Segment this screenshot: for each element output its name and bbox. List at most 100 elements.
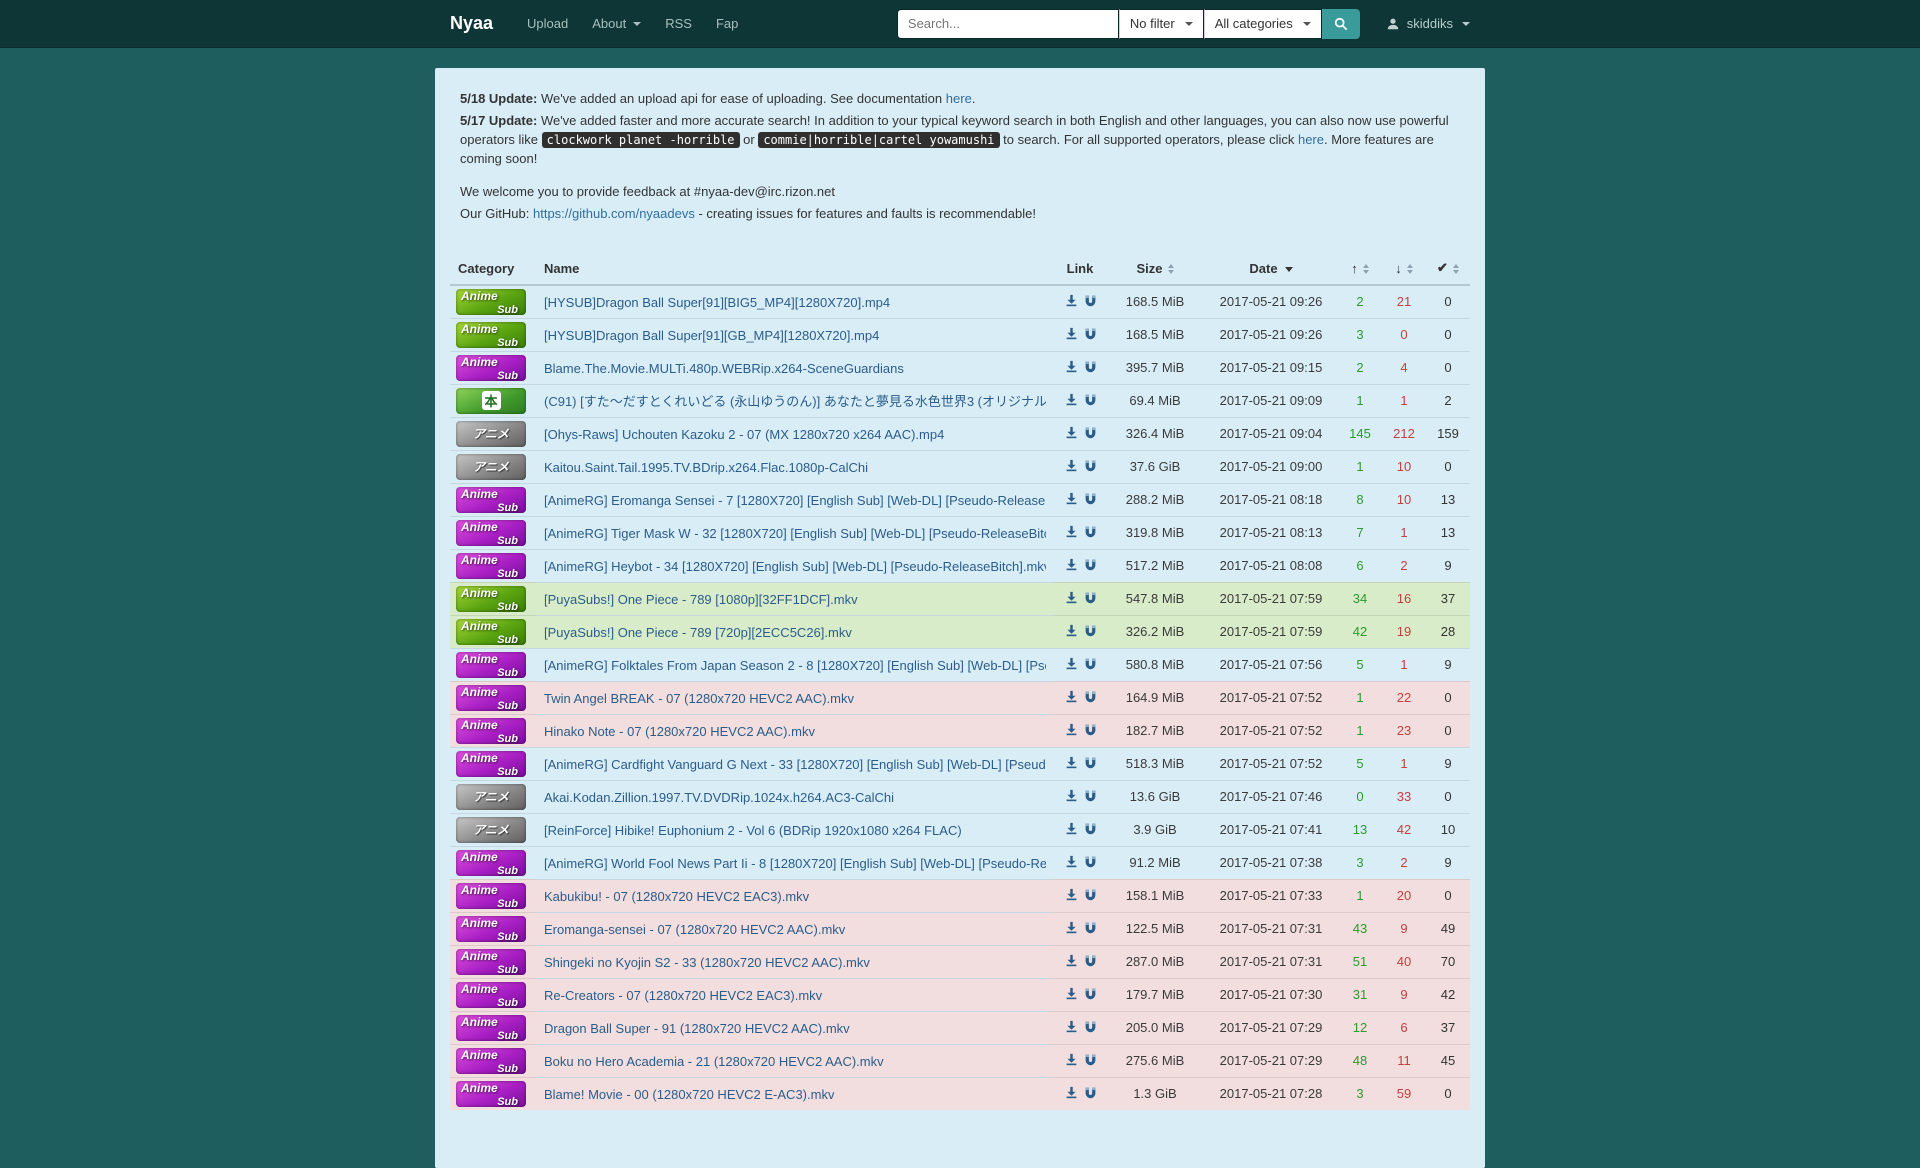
- documentation-link[interactable]: here: [946, 91, 972, 106]
- torrent-link[interactable]: [AnimeRG] Folktales From Japan Season 2 …: [544, 658, 1046, 673]
- search-input[interactable]: [897, 9, 1119, 39]
- category-icon[interactable]: AnimeSub: [456, 619, 526, 645]
- download-icon[interactable]: [1065, 492, 1078, 508]
- download-icon[interactable]: [1065, 987, 1078, 1003]
- download-icon[interactable]: [1065, 1020, 1078, 1036]
- magnet-icon[interactable]: [1084, 1086, 1097, 1102]
- download-icon[interactable]: [1065, 1053, 1078, 1069]
- download-icon[interactable]: [1065, 723, 1078, 739]
- nav-upload[interactable]: Upload: [515, 0, 580, 48]
- category-icon[interactable]: アニメ: [456, 421, 526, 447]
- download-icon[interactable]: [1065, 558, 1078, 574]
- download-icon[interactable]: [1065, 657, 1078, 673]
- magnet-icon[interactable]: [1084, 492, 1097, 508]
- nav-rss[interactable]: RSS: [653, 0, 704, 48]
- category-icon[interactable]: AnimeSub: [456, 586, 526, 612]
- download-icon[interactable]: [1065, 393, 1078, 409]
- magnet-icon[interactable]: [1084, 558, 1097, 574]
- download-icon[interactable]: [1065, 690, 1078, 706]
- download-icon[interactable]: [1065, 426, 1078, 442]
- category-icon[interactable]: AnimeSub: [456, 949, 526, 975]
- torrent-link[interactable]: Blame! Movie - 00 (1280x720 HEVC2 E-AC3)…: [544, 1087, 834, 1102]
- operators-link[interactable]: here: [1298, 132, 1324, 147]
- category-icon[interactable]: AnimeSub: [456, 652, 526, 678]
- nav-fap[interactable]: Fap: [704, 0, 750, 48]
- category-icon[interactable]: AnimeSub: [456, 1081, 526, 1107]
- magnet-icon[interactable]: [1084, 987, 1097, 1003]
- torrent-link[interactable]: [AnimeRG] Tiger Mask W - 32 [1280X720] […: [544, 526, 1046, 541]
- download-icon[interactable]: [1065, 525, 1078, 541]
- category-icon[interactable]: 本: [456, 388, 526, 414]
- download-icon[interactable]: [1065, 954, 1078, 970]
- magnet-icon[interactable]: [1084, 624, 1097, 640]
- category-icon[interactable]: AnimeSub: [456, 850, 526, 876]
- category-icon[interactable]: AnimeSub: [456, 718, 526, 744]
- category-icon[interactable]: AnimeSub: [456, 1015, 526, 1041]
- category-icon[interactable]: アニメ: [456, 817, 526, 843]
- torrent-link[interactable]: [AnimeRG] Heybot - 34 [1280X720] [Englis…: [544, 559, 1046, 574]
- torrent-link[interactable]: Dragon Ball Super - 91 (1280x720 HEVC2 A…: [544, 1021, 850, 1036]
- category-icon[interactable]: AnimeSub: [456, 520, 526, 546]
- magnet-icon[interactable]: [1084, 591, 1097, 607]
- download-icon[interactable]: [1065, 756, 1078, 772]
- torrent-link[interactable]: Shingeki no Kyojin S2 - 33 (1280x720 HEV…: [544, 955, 870, 970]
- category-icon[interactable]: AnimeSub: [456, 289, 526, 315]
- download-icon[interactable]: [1065, 591, 1078, 607]
- download-icon[interactable]: [1065, 459, 1078, 475]
- header-date-sort[interactable]: Date: [1204, 252, 1338, 285]
- torrent-link[interactable]: [HYSUB]Dragon Ball Super[91][BIG5_MP4][1…: [544, 295, 890, 310]
- torrent-link[interactable]: Re-Creators - 07 (1280x720 HEVC2 EAC3).m…: [544, 988, 822, 1003]
- category-icon[interactable]: AnimeSub: [456, 322, 526, 348]
- torrent-link[interactable]: Twin Angel BREAK - 07 (1280x720 HEVC2 AA…: [544, 691, 854, 706]
- torrent-link[interactable]: [PuyaSubs!] One Piece - 789 [720p][2ECC5…: [544, 625, 852, 640]
- download-icon[interactable]: [1065, 360, 1078, 376]
- magnet-icon[interactable]: [1084, 822, 1097, 838]
- magnet-icon[interactable]: [1084, 1020, 1097, 1036]
- download-icon[interactable]: [1065, 888, 1078, 904]
- magnet-icon[interactable]: [1084, 1053, 1097, 1069]
- torrent-link[interactable]: Blame.The.Movie.MULTi.480p.WEBRip.x264-S…: [544, 361, 904, 376]
- magnet-icon[interactable]: [1084, 789, 1097, 805]
- torrent-link[interactable]: [AnimeRG] Cardfight Vanguard G Next - 33…: [544, 757, 1046, 772]
- category-icon[interactable]: AnimeSub: [456, 355, 526, 381]
- category-icon[interactable]: AnimeSub: [456, 1048, 526, 1074]
- magnet-icon[interactable]: [1084, 327, 1097, 343]
- torrent-link[interactable]: [ReinForce] Hibike! Euphonium 2 - Vol 6 …: [544, 823, 962, 838]
- torrent-link[interactable]: (C91) [すた〜だすとくれいどる (永山ゆうのん)] あなたと夢見る水色世界…: [544, 391, 1046, 410]
- category-icon[interactable]: AnimeSub: [456, 553, 526, 579]
- github-link[interactable]: https://github.com/nyaadevs: [533, 206, 695, 221]
- torrent-link[interactable]: [PuyaSubs!] One Piece - 789 [1080p][32FF…: [544, 592, 858, 607]
- magnet-icon[interactable]: [1084, 459, 1097, 475]
- torrent-link[interactable]: Hinako Note - 07 (1280x720 HEVC2 AAC).mk…: [544, 724, 815, 739]
- download-icon[interactable]: [1065, 789, 1078, 805]
- nav-about[interactable]: About: [580, 0, 653, 48]
- torrent-link[interactable]: Boku no Hero Academia - 21 (1280x720 HEV…: [544, 1054, 884, 1069]
- magnet-icon[interactable]: [1084, 690, 1097, 706]
- download-icon[interactable]: [1065, 921, 1078, 937]
- header-completed-sort[interactable]: ✔: [1426, 252, 1470, 285]
- header-leechers-sort[interactable]: ↓: [1382, 252, 1426, 285]
- category-icon[interactable]: AnimeSub: [456, 751, 526, 777]
- magnet-icon[interactable]: [1084, 756, 1097, 772]
- download-icon[interactable]: [1065, 822, 1078, 838]
- torrent-link[interactable]: [AnimeRG] Eromanga Sensei - 7 [1280X720]…: [544, 493, 1046, 508]
- torrent-link[interactable]: Eromanga-sensei - 07 (1280x720 HEVC2 AAC…: [544, 922, 845, 937]
- magnet-icon[interactable]: [1084, 888, 1097, 904]
- download-icon[interactable]: [1065, 294, 1078, 310]
- header-size-sort[interactable]: Size: [1106, 252, 1204, 285]
- magnet-icon[interactable]: [1084, 954, 1097, 970]
- magnet-icon[interactable]: [1084, 426, 1097, 442]
- search-button[interactable]: [1322, 9, 1360, 39]
- brand-link[interactable]: Nyaa: [450, 13, 493, 34]
- torrent-link[interactable]: [Ohys-Raws] Uchouten Kazoku 2 - 07 (MX 1…: [544, 427, 944, 442]
- user-menu[interactable]: skiddiks: [1386, 16, 1470, 31]
- torrent-link[interactable]: Kaitou.Saint.Tail.1995.TV.BDrip.x264.Fla…: [544, 460, 868, 475]
- download-icon[interactable]: [1065, 327, 1078, 343]
- magnet-icon[interactable]: [1084, 657, 1097, 673]
- torrent-link[interactable]: [AnimeRG] World Fool News Part Ii - 8 [1…: [544, 856, 1046, 871]
- category-icon[interactable]: AnimeSub: [456, 487, 526, 513]
- magnet-icon[interactable]: [1084, 921, 1097, 937]
- category-icon[interactable]: AnimeSub: [456, 982, 526, 1008]
- category-select[interactable]: All categories: [1204, 9, 1322, 39]
- category-icon[interactable]: アニメ: [456, 784, 526, 810]
